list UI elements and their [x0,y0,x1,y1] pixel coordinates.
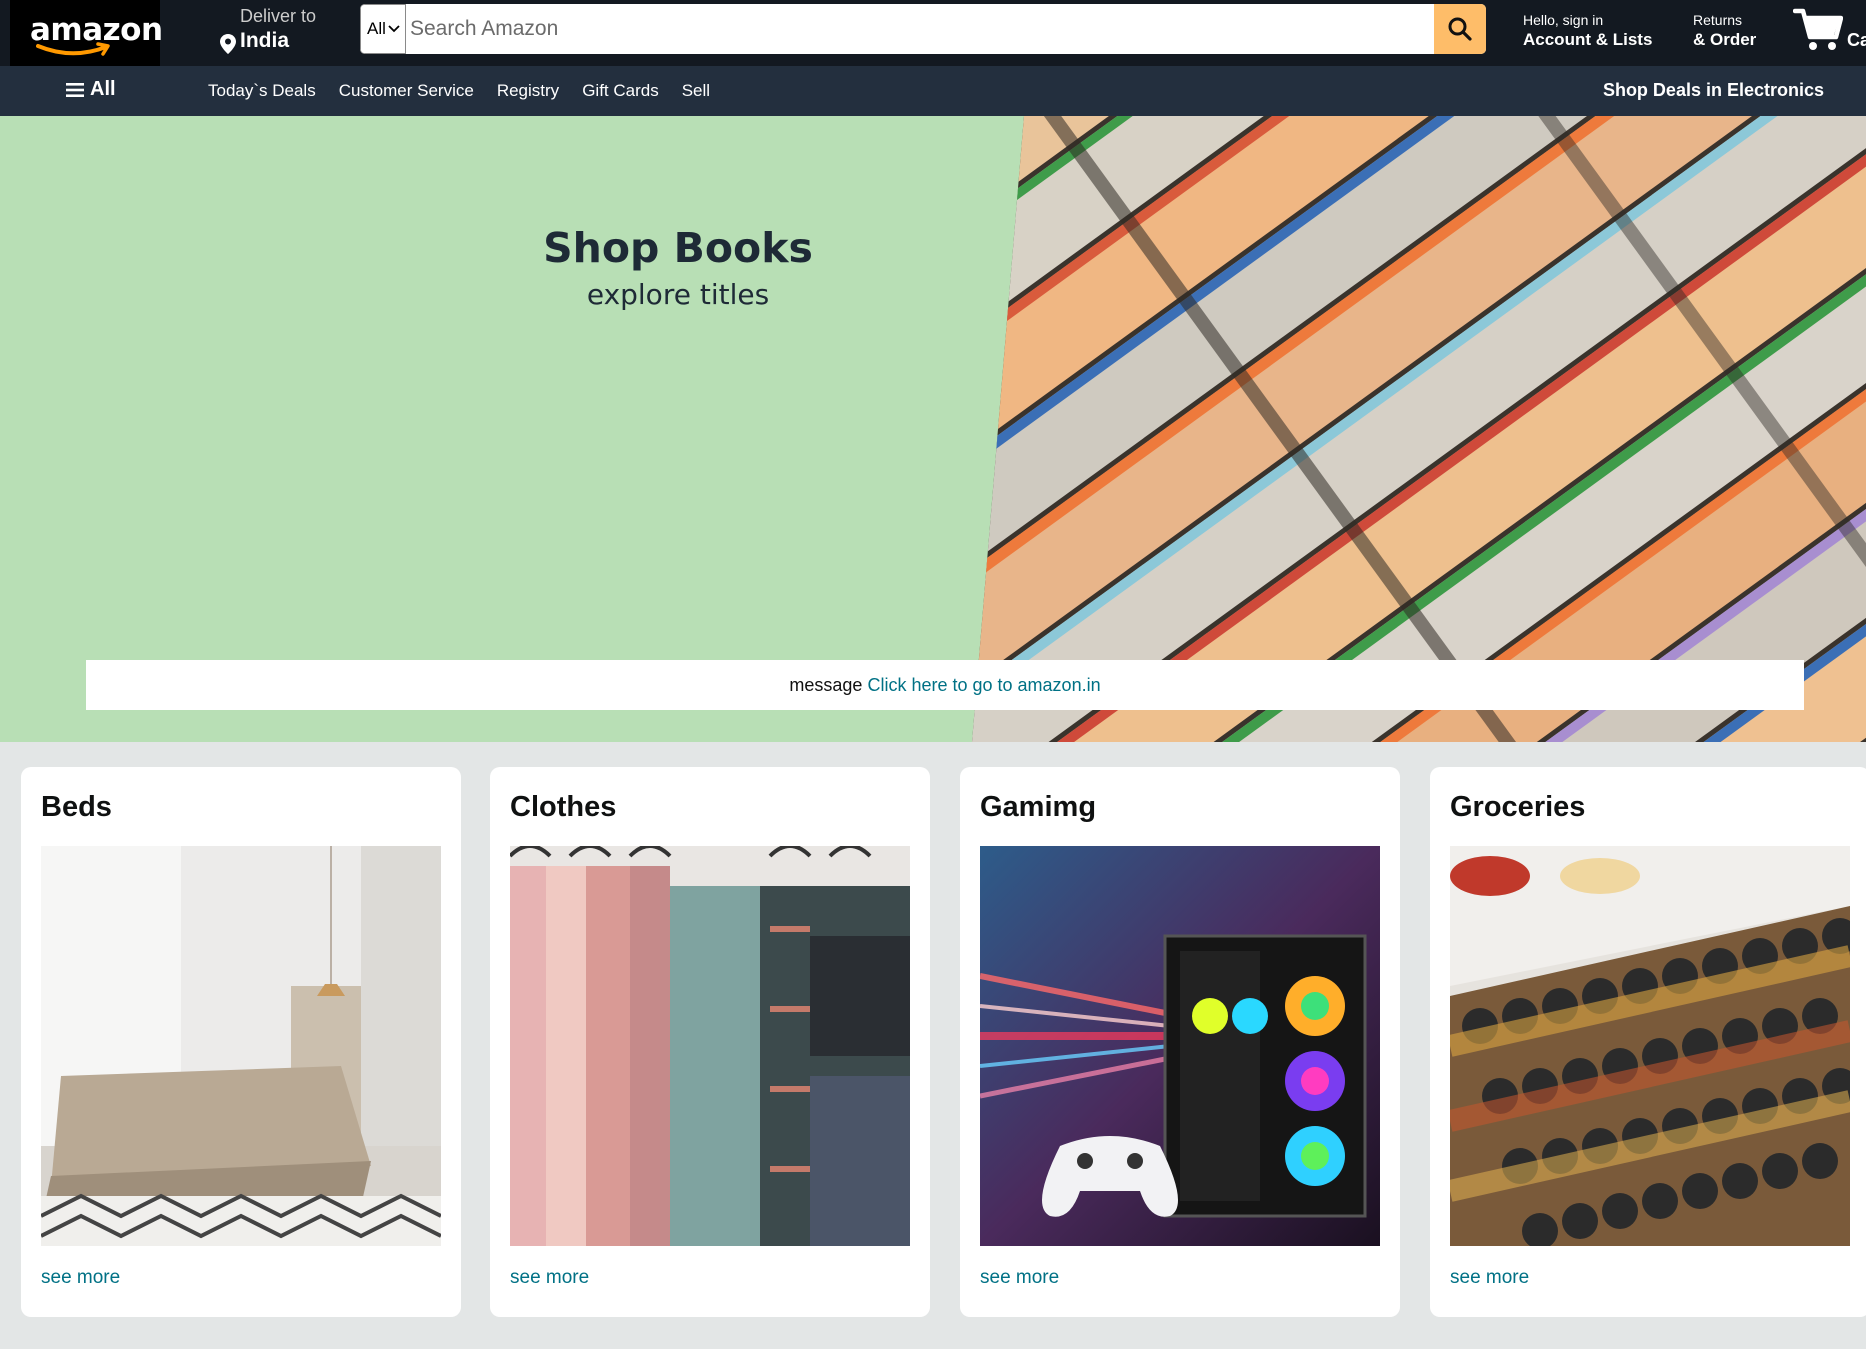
gaming-image[interactable] [980,846,1380,1246]
hero-banner[interactable]: Shop Books explore titles message Click … [0,116,1866,742]
nav-link-gift-cards[interactable]: Gift Cards [582,81,659,101]
beds-image[interactable] [41,846,441,1246]
account-lists[interactable]: Hello, sign in Account & Lists [1523,12,1652,50]
message-bar: message Click here to go to amazon.in [86,660,1804,710]
card-title: Beds [41,791,112,823]
returns-line1: Returns [1693,12,1743,28]
category-card-beds: Beds see more [21,767,461,1317]
deliver-label: Deliver to [240,6,317,26]
search-input[interactable] [406,4,1406,54]
bed-photo [41,846,441,1246]
books-hero-image [972,116,1866,742]
search-bar: All [360,4,1486,54]
account-label: Account & Lists [1523,30,1653,49]
clothes-photo [510,846,910,1246]
card-title: Clothes [510,791,617,823]
cart-icon [1792,8,1844,50]
see-more-link[interactable]: see more [1450,1267,1529,1289]
returns-orders[interactable]: Returns & Order [1693,12,1756,50]
cart-button[interactable]: Ca [1792,6,1866,57]
see-more-link[interactable]: see more [41,1267,120,1289]
hamburger-menu-icon [66,82,84,97]
all-menu-button[interactable]: All [66,78,116,101]
returns-line2: & Order [1693,30,1757,49]
smile-arrow-icon [36,42,110,56]
search-button[interactable] [1434,4,1486,54]
clothes-image[interactable] [510,846,910,1246]
nav-link-customer-service[interactable]: Customer Service [339,81,474,101]
chevron-down-icon [388,25,400,33]
hero-subtitle: explore titles [586,278,770,311]
card-title: Gamimg [980,791,1097,823]
groceries-image[interactable] [1450,846,1850,1246]
nav-link-sell[interactable]: Sell [682,81,710,101]
top-navbar: amazon Deliver to India All Hello [0,0,1866,66]
search-icon [1448,17,1472,41]
search-category-label: All [367,19,386,38]
hero-title: Shop Books [543,224,813,272]
subnav-links: Today`s Deals Customer Service Registry … [208,81,710,101]
cart-label: Ca [1847,30,1866,50]
amazon-in-link[interactable]: Click here to go to amazon.in [867,675,1100,695]
groceries-photo [1450,846,1850,1246]
see-more-link[interactable]: see more [980,1267,1059,1289]
category-card-groceries: Groceries see more [1430,767,1866,1317]
category-card-gaming: Gamimg see more [960,767,1400,1317]
sub-navbar: All Today`s Deals Customer Service Regis… [0,66,1866,116]
all-label: All [90,78,116,100]
see-more-link[interactable]: see more [510,1267,589,1289]
location-pin-icon [220,34,236,54]
account-greeting: Hello, sign in [1523,12,1604,28]
card-title: Groceries [1450,791,1586,823]
amazon-logo[interactable]: amazon [10,0,163,66]
search-category-select[interactable]: All [360,4,406,54]
deliver-location: India [240,29,290,52]
category-card-clothes: Clothes see more [490,767,930,1317]
nav-link-registry[interactable]: Registry [497,81,559,101]
nav-link-todays-deals[interactable]: Today`s Deals [208,81,316,101]
gaming-photo [980,846,1380,1246]
message-prefix: message [789,675,863,695]
shop-deals-electronics-link[interactable]: Shop Deals in Electronics [1603,80,1824,101]
